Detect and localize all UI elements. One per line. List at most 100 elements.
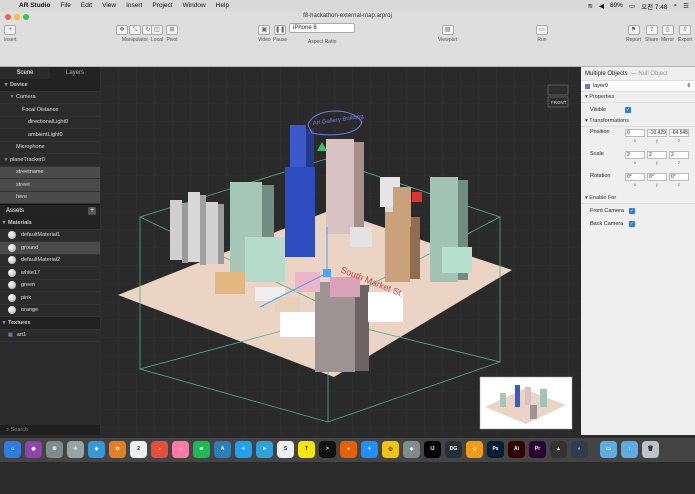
battery-percent[interactable]: 89% <box>610 2 623 9</box>
rotation-x-field[interactable]: 0° <box>625 173 645 181</box>
menu-window[interactable]: Window <box>178 2 211 9</box>
material-item[interactable]: white17 <box>0 267 100 280</box>
calendar-icon[interactable]: 2 <box>130 441 147 458</box>
disclosure-icon[interactable]: ▾ <box>8 94 16 100</box>
scene-render[interactable]: Art Gallery Building South Market St. FR… <box>100 67 581 435</box>
add-asset-button[interactable]: + <box>88 207 96 215</box>
illustrator-icon[interactable]: Ai <box>508 441 525 458</box>
viewport-button[interactable]: ▤ Viewport <box>438 25 457 43</box>
tab-scene[interactable]: Scene <box>0 67 50 79</box>
siri-icon[interactable]: ◉ <box>25 441 42 458</box>
scale-x-field[interactable]: 2 <box>625 151 645 159</box>
transformations-section[interactable]: ▾ Transformations <box>581 116 695 127</box>
position-x-field[interactable]: 0 <box>625 129 645 137</box>
export-button[interactable]: ⇧ Export <box>678 25 692 43</box>
datagrip-icon[interactable]: DG <box>445 441 462 458</box>
report-button[interactable]: ⚑ Report <box>626 25 641 43</box>
materials-section[interactable]: ▾ Materials <box>0 217 100 230</box>
terminal-icon[interactable]: > <box>319 441 336 458</box>
kakaotalk-icon[interactable]: T <box>298 441 315 458</box>
photoshop-icon[interactable]: Ps <box>487 441 504 458</box>
slack-icon[interactable]: S <box>277 441 294 458</box>
volume-icon[interactable]: ◀ <box>599 2 604 10</box>
material-item[interactable]: pink <box>0 292 100 305</box>
sketch-icon[interactable]: ◇ <box>466 441 483 458</box>
drop-icon[interactable]: ◆ <box>88 441 105 458</box>
scale-z-field[interactable]: 2 <box>669 151 689 159</box>
scale-y-field[interactable]: 2 <box>647 151 667 159</box>
browser-icon[interactable]: ◐ <box>571 441 588 458</box>
spotify-icon[interactable]: ≋ <box>193 441 210 458</box>
front-camera-checkbox[interactable]: ✓ <box>629 207 635 214</box>
folder-icon[interactable]: ▭ <box>600 441 617 458</box>
material-item[interactable]: green <box>0 280 100 292</box>
position-y-field[interactable]: -10.429 <box>647 129 667 137</box>
photos-icon[interactable]: ✿ <box>109 441 126 458</box>
firefox-icon[interactable]: ● <box>340 441 357 458</box>
insert-button[interactable]: + Insert <box>4 25 17 43</box>
asset-search-input[interactable]: ⌕ Search <box>0 425 100 435</box>
safari-icon[interactable]: ✧ <box>361 441 378 458</box>
menu-file[interactable]: File <box>55 2 75 9</box>
menu-list-icon[interactable]: ☰ <box>683 2 689 10</box>
material-item[interactable]: orange <box>0 305 100 317</box>
clock[interactable]: 오전 7:48 <box>641 1 667 11</box>
intellij-icon[interactable]: IJ <box>424 441 441 458</box>
local-button[interactable]: ◫ Local <box>151 25 163 43</box>
menu-help[interactable]: Help <box>211 2 234 9</box>
tab-layers[interactable]: Layers <box>50 67 100 79</box>
disclosure-icon[interactable]: ▾ <box>2 157 10 163</box>
position-z-field[interactable]: -64.545 <box>669 129 689 137</box>
layer-select[interactable]: layer0 ⇕ <box>581 80 695 92</box>
device-select[interactable]: iPhone 8 <box>289 23 355 33</box>
menu-view[interactable]: View <box>97 2 121 9</box>
git-icon[interactable]: ◈ <box>403 441 420 458</box>
scene-item[interactable]: ambientLight0 <box>0 129 100 142</box>
scene-item[interactable]: Microphone <box>0 142 100 154</box>
material-item[interactable]: defaultMaterial1 <box>0 230 100 242</box>
music-icon[interactable]: ♪ <box>151 441 168 458</box>
back-camera-checkbox[interactable]: ✓ <box>629 220 635 227</box>
rotation-y-field[interactable]: 0° <box>647 173 667 181</box>
launchpad-icon[interactable]: ✈ <box>67 441 84 458</box>
textures-section[interactable]: ▾ Textures <box>0 317 100 330</box>
rotation-z-field[interactable]: 0° <box>669 173 689 181</box>
downloads-icon[interactable]: ↓ <box>621 441 638 458</box>
trash-icon[interactable]: 🗑 <box>642 441 659 458</box>
scene-item[interactable]: ▾ planeTracker0 <box>0 154 100 167</box>
texture-item[interactable]: ▦ art1 <box>0 330 100 342</box>
finder-icon[interactable]: ☺ <box>4 441 21 458</box>
manipulator-button[interactable]: ✥ ⤡ ↻ Manipulator <box>116 25 154 43</box>
app-store-icon[interactable]: A <box>214 441 231 458</box>
scene-item[interactable]: street <box>0 179 100 192</box>
menu-app[interactable]: AR Studio <box>14 2 55 9</box>
wifi-icon[interactable]: ≋ <box>587 2 592 10</box>
scene-viewport[interactable]: Art Gallery Building South Market St. FR… <box>100 67 581 435</box>
scene-item[interactable]: here <box>0 191 100 204</box>
visible-checkbox[interactable]: ✓ <box>625 106 631 113</box>
telegram-icon[interactable]: ➤ <box>256 441 273 458</box>
mirror-button[interactable]: ▯ Mirror <box>661 25 674 43</box>
menu-edit[interactable]: Edit <box>76 2 97 9</box>
chrome-icon[interactable]: ◎ <box>382 441 399 458</box>
premiere-icon[interactable]: Pr <box>529 441 546 458</box>
disclosure-icon[interactable]: ▾ <box>2 82 10 88</box>
scene-item[interactable]: Focal Distance <box>0 104 100 117</box>
material-item[interactable]: defaultMaterial2 <box>0 255 100 267</box>
ar-studio-icon[interactable]: ▲ <box>550 441 567 458</box>
pivot-button[interactable]: ⊞ Pivot <box>166 25 178 43</box>
search-icon[interactable]: ⌕ <box>674 2 678 10</box>
run-button[interactable]: ▭ Run <box>536 25 548 43</box>
properties-section[interactable]: ▾ Properties <box>581 92 695 103</box>
video-button[interactable]: ▣ Video <box>258 25 271 43</box>
scene-item[interactable]: ▾ Device <box>0 79 100 92</box>
enable-for-section[interactable]: ▾ Enable For <box>581 193 695 204</box>
system-preferences-icon[interactable]: ⚙ <box>46 441 63 458</box>
twitter-icon[interactable]: ✦ <box>235 441 252 458</box>
material-item[interactable]: ground <box>0 242 100 255</box>
menu-project[interactable]: Project <box>147 2 177 9</box>
itunes-icon[interactable]: ♫ <box>172 441 189 458</box>
scene-item[interactable]: streetname <box>0 166 100 179</box>
scene-item[interactable]: directionalLight0 <box>0 117 100 129</box>
share-button[interactable]: ⇪ Share <box>645 25 658 43</box>
